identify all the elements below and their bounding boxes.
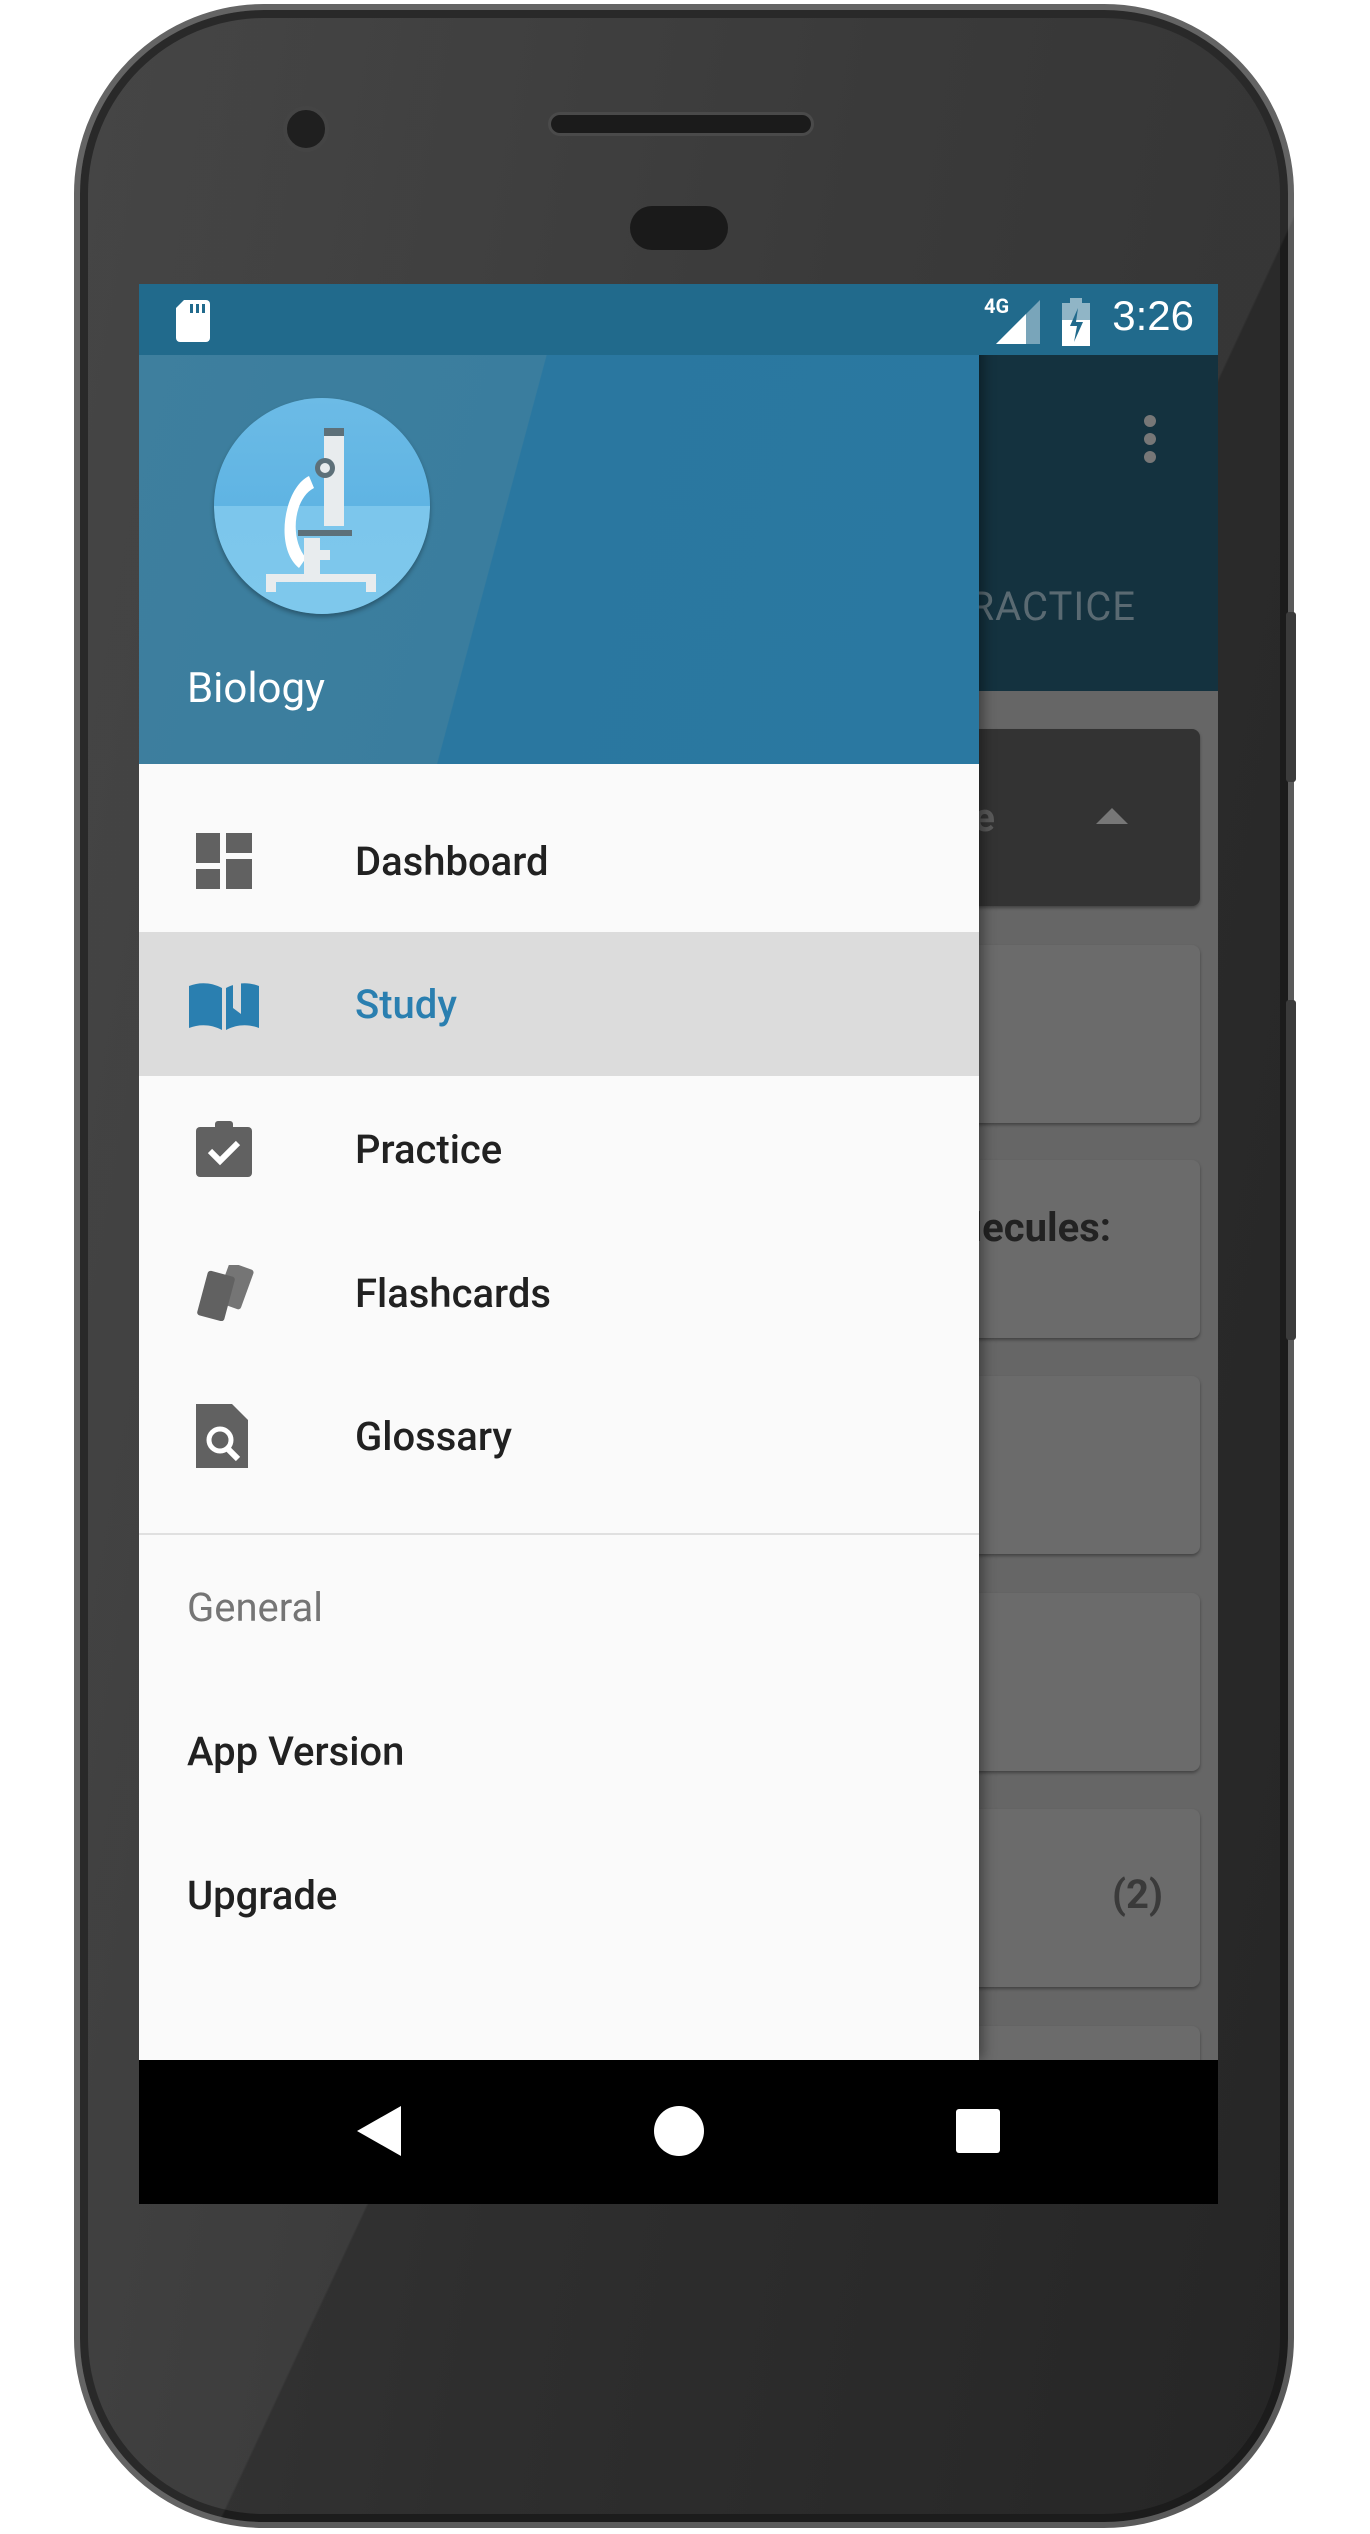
overflow-menu-icon[interactable] (1144, 415, 1160, 469)
drawer-item-glossary[interactable]: Glossary (139, 1364, 979, 1508)
drawer-item-study[interactable]: Study (139, 932, 979, 1076)
cards-icon (197, 1265, 254, 1321)
proximity-sensor (630, 206, 728, 250)
drawer-header: Biology (139, 284, 979, 764)
tab-practice[interactable]: RACTICE (969, 583, 1136, 630)
drawer-item-flashcards[interactable]: Flashcards (139, 1221, 979, 1365)
divider (139, 1533, 979, 1535)
section-label-general: General (187, 1584, 324, 1631)
drawer-item-app-version[interactable]: App Version (187, 1728, 404, 1775)
drawer-item-dashboard[interactable]: Dashboard (139, 789, 979, 933)
microscope-icon (214, 398, 430, 614)
drawer-title: Biology (187, 664, 325, 713)
home-icon[interactable] (654, 2106, 704, 2156)
book-icon (189, 976, 259, 1030)
back-icon[interactable] (357, 2106, 401, 2156)
sd-card-icon (176, 300, 210, 342)
clock: 3:26 (1112, 292, 1194, 339)
earpiece-speaker (548, 112, 814, 136)
signal-icon (996, 300, 1040, 344)
chevron-up-icon (1096, 808, 1128, 824)
search-document-icon (196, 1404, 248, 1468)
clipboard-check-icon (196, 1121, 252, 1177)
volume-button (1286, 1000, 1296, 1340)
card[interactable]: (2) (959, 1809, 1200, 1987)
card[interactable] (959, 1376, 1200, 1554)
card[interactable] (959, 1593, 1200, 1771)
drawer-item-upgrade[interactable]: Upgrade (187, 1872, 337, 1919)
dashboard-icon (196, 833, 252, 889)
card[interactable]: olecules: (949, 1160, 1200, 1338)
status-bar: 4G 3:26 (139, 284, 1218, 355)
screen: 4G 3:26 RACTICE ife olecules: (2) (139, 284, 1218, 2204)
power-button (1286, 612, 1296, 782)
drawer-item-practice[interactable]: Practice (139, 1077, 979, 1221)
front-camera (283, 106, 329, 152)
battery-charging-icon (1062, 298, 1090, 346)
recents-icon[interactable] (956, 2109, 1000, 2153)
navigation-drawer: Biology Dashboard Study Practice Flashca… (139, 284, 979, 2060)
system-nav-bar (139, 2060, 1218, 2204)
card[interactable] (959, 945, 1200, 1123)
card[interactable]: ife (949, 729, 1200, 906)
